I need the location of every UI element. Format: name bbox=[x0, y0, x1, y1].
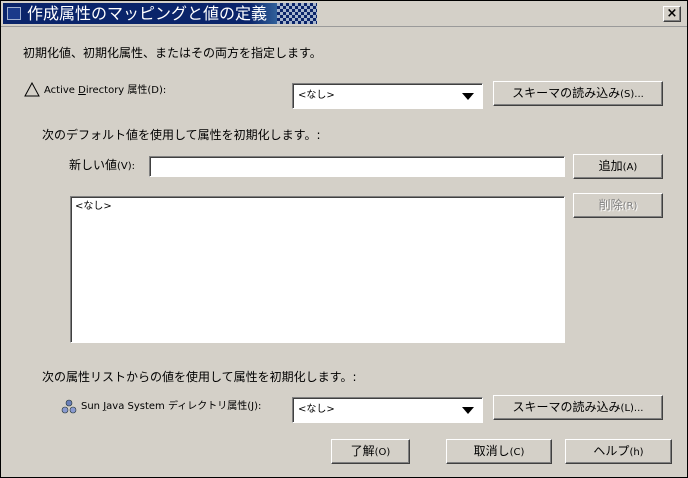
help-button[interactable]: ヘルプ(h) bbox=[565, 439, 672, 464]
directory-attribute-combo[interactable]: <なし> bbox=[292, 397, 483, 423]
attribute-list-label: Sun Java System ディレクトリ属性(J): bbox=[81, 401, 262, 412]
chevron-down-icon[interactable] bbox=[462, 93, 474, 100]
chevron-down-icon[interactable] bbox=[462, 407, 474, 414]
default-values-list[interactable]: <なし> bbox=[70, 196, 565, 343]
ad-attribute-combo-value: <なし> bbox=[298, 90, 335, 101]
ad-attribute-combo[interactable]: <なし> bbox=[292, 83, 483, 109]
default-values-heading: 次のデフォルト値を使用して属性を初期化します。: bbox=[42, 128, 321, 142]
directory-attribute-combo-value: <なし> bbox=[298, 404, 335, 415]
new-value-label: 新しい値(V): bbox=[69, 158, 136, 172]
directory-users-icon bbox=[61, 399, 77, 414]
warning-triangle-icon bbox=[24, 82, 40, 97]
load-schema-button-directory[interactable]: スキーマの読み込み(L)... bbox=[493, 395, 663, 420]
new-value-input[interactable] bbox=[149, 156, 565, 177]
dialog-window: 作成属性のマッピングと値の定義 × 初期化値、初期化属性、またはその両方を指定し… bbox=[0, 0, 688, 478]
close-icon: × bbox=[666, 6, 678, 21]
list-item[interactable]: <なし> bbox=[75, 201, 112, 213]
window-title: 作成属性のマッピングと値の定義 bbox=[27, 4, 268, 23]
title-bar-pattern bbox=[277, 3, 317, 24]
title-bar[interactable]: 作成属性のマッピングと値の定義 × bbox=[1, 1, 687, 27]
add-button[interactable]: 追加(A) bbox=[573, 154, 663, 179]
intro-text: 初期化値、初期化属性、またはその両方を指定します。 bbox=[23, 46, 322, 60]
cancel-button[interactable]: 取消し(C) bbox=[446, 439, 552, 464]
ad-attribute-label: Active Directory 属性(D): bbox=[44, 85, 167, 96]
ok-button[interactable]: 了解(O) bbox=[331, 439, 410, 464]
close-button[interactable]: × bbox=[663, 6, 681, 22]
delete-button[interactable]: 削除(R) bbox=[573, 193, 663, 218]
window-menu-icon[interactable] bbox=[7, 7, 21, 20]
attribute-list-heading: 次の属性リストからの値を使用して属性を初期化します。: bbox=[42, 370, 357, 384]
load-schema-button-ad[interactable]: スキーマの読み込み(S)... bbox=[493, 81, 663, 106]
